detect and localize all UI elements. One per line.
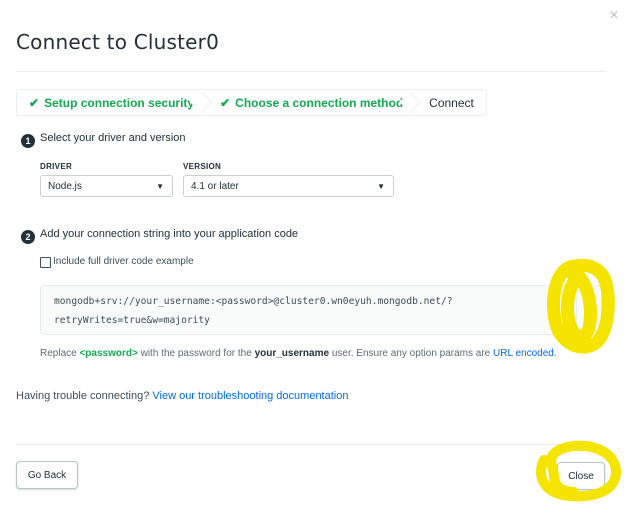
footer-divider <box>16 444 606 445</box>
go-back-button[interactable]: Go Back <box>16 461 78 489</box>
step-connection-method[interactable]: ✔ Choose a connection method <box>204 90 421 115</box>
step-1-label: Select your driver and version <box>40 132 186 144</box>
driver-select[interactable]: Node.js ▼ <box>40 175 173 197</box>
check-icon: ✔ <box>220 95 231 110</box>
version-select[interactable]: 4.1 or later ▼ <box>183 175 394 197</box>
close-button[interactable]: Close <box>557 462 605 490</box>
step-label: Connect <box>429 95 474 110</box>
step-connect: Connect <box>413 90 486 115</box>
chevron-down-icon: ▼ <box>377 182 385 191</box>
url-encoded-link[interactable]: URL encoded. <box>493 348 557 359</box>
trouble-prefix: Having trouble connecting? <box>16 390 153 402</box>
connection-string-box <box>40 285 602 335</box>
full-driver-code-checkbox[interactable] <box>40 257 51 268</box>
dialog-title: Connect to Cluster0 <box>16 30 219 54</box>
driver-select-value: Node.js <box>48 180 82 192</box>
step-label: Choose a connection method <box>235 95 404 110</box>
step-1-badge: 1 <box>21 134 35 148</box>
close-dialog-icon[interactable]: × <box>604 6 624 26</box>
header-divider <box>16 71 606 72</box>
connection-string-line-2[interactable]: retryWrites=true&w=majority <box>54 315 210 326</box>
connection-string-line-1[interactable]: mongodb+srv://your_username:<password>@c… <box>54 296 453 307</box>
stepper: ✔ Setup connection security ✔ Choose a c… <box>16 89 487 116</box>
full-driver-code-label[interactable]: Include full driver code example <box>53 256 194 267</box>
driver-label: DRIVER <box>40 162 73 171</box>
step-2-label: Add your connection string into your app… <box>40 228 299 240</box>
version-select-value: 4.1 or later <box>191 180 239 192</box>
trouble-connecting-text: Having trouble connecting? View our trou… <box>16 390 348 402</box>
note-text: user. Ensure any option params are <box>329 348 494 359</box>
check-icon: ✔ <box>29 95 40 110</box>
note-text: Replace <box>40 348 80 359</box>
version-label: VERSION <box>183 162 222 171</box>
note-text: with the password for the <box>137 348 255 359</box>
username-placeholder: your_username <box>254 348 330 359</box>
chevron-down-icon: ▼ <box>156 182 164 191</box>
step-2-badge: 2 <box>21 230 35 244</box>
copy-icon <box>584 298 595 310</box>
step-label: Setup connection security <box>44 95 195 110</box>
password-placeholder: <password> <box>79 348 138 359</box>
step-setup-security[interactable]: ✔ Setup connection security <box>17 90 212 115</box>
replace-password-note: Replace <password> with the password for… <box>40 348 557 359</box>
copy-button[interactable] <box>576 285 602 335</box>
troubleshooting-docs-link[interactable]: View our troubleshooting documentation <box>152 390 348 402</box>
